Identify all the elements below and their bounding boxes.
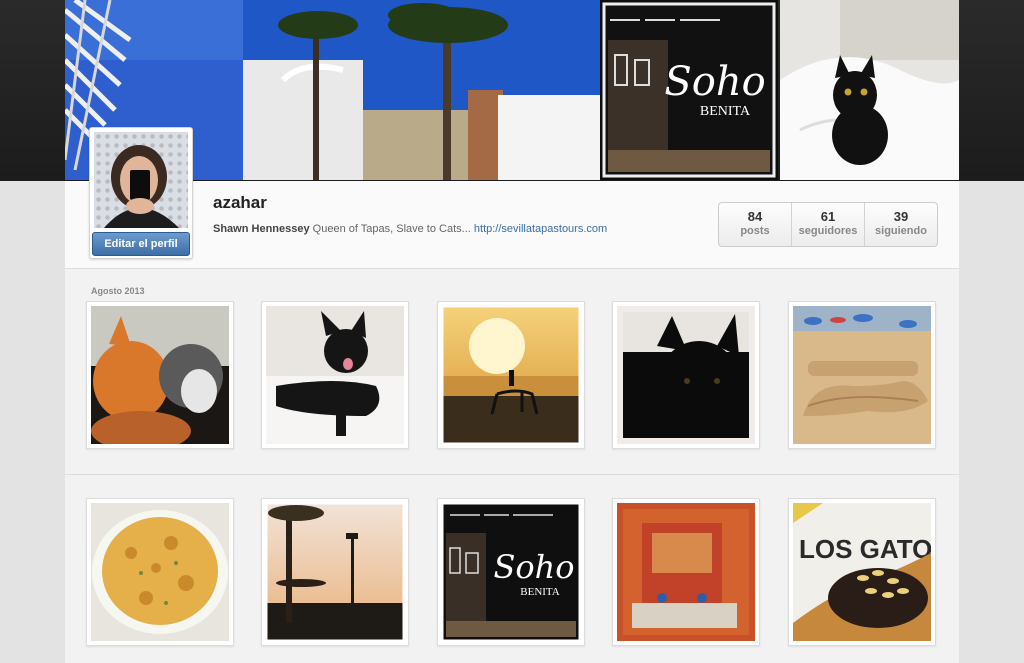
photo-thumb-black-cat-closeup[interactable] bbox=[612, 301, 760, 449]
photo-thumb-beach-horse[interactable] bbox=[437, 301, 585, 449]
banner-sign-sub: BENITA bbox=[700, 104, 751, 119]
row-divider bbox=[65, 474, 959, 475]
profile-stats: 84 posts 61 seguidores 39 siguiendo bbox=[718, 202, 938, 247]
profile-bio-text: Queen of Tapas, Slave to Cats... bbox=[312, 223, 471, 235]
photo-thumb-cats-kissing[interactable] bbox=[86, 301, 234, 449]
photo-thumb-sunset-street[interactable] bbox=[261, 498, 409, 646]
photo-thumb-black-cat-yawn[interactable] bbox=[261, 301, 409, 449]
edit-profile-button[interactable]: Editar el perfil bbox=[92, 232, 190, 256]
stat-followers[interactable]: 61 seguidores bbox=[792, 203, 865, 246]
avatar-card: Editar el perfil bbox=[89, 127, 193, 259]
banner-photo-palms bbox=[243, 0, 600, 180]
banner-photo-soho: Soho BENITA bbox=[600, 0, 778, 180]
profile-bio: Shawn Hennessey Queen of Tapas, Slave to… bbox=[213, 223, 607, 235]
profile-website-link[interactable]: http://sevillatapastours.com bbox=[474, 223, 607, 235]
photo-soho-sub: BENITA bbox=[520, 586, 560, 598]
photo-thumb-soho-sign[interactable]: Soho BENITA bbox=[437, 498, 585, 646]
photo-soho-text: Soho bbox=[493, 548, 574, 586]
month-heading: Agosto 2013 bbox=[91, 286, 145, 296]
stat-posts-value: 84 bbox=[747, 209, 763, 224]
stat-posts[interactable]: 84 posts bbox=[719, 203, 792, 246]
profile-full-name: Shawn Hennessey bbox=[213, 223, 310, 235]
photo-thumb-sand-crocodile[interactable] bbox=[788, 301, 936, 449]
photo-cerveceria-text: LOS GATOS bbox=[799, 534, 931, 564]
photo-thumb-tapa-plate[interactable]: LOS GATOS bbox=[788, 498, 936, 646]
profile-username: azahar bbox=[213, 193, 267, 212]
stat-followers-value: 61 bbox=[820, 209, 836, 224]
photo-thumb-red-fountain[interactable] bbox=[612, 498, 760, 646]
cover-banner: Soho BENITA bbox=[65, 0, 959, 181]
banner-sign-text: Soho bbox=[664, 59, 765, 105]
stat-following[interactable]: 39 siguiendo bbox=[865, 203, 937, 246]
stat-following-value: 39 bbox=[893, 209, 909, 224]
main-content: Editar el perfil azahar Shawn Hennessey … bbox=[65, 127, 959, 663]
profile-header: Editar el perfil azahar Shawn Hennessey … bbox=[65, 127, 959, 269]
avatar[interactable] bbox=[94, 132, 188, 228]
stat-following-label: siguiendo bbox=[875, 225, 927, 237]
photo-thumb-fried-food[interactable] bbox=[86, 498, 234, 646]
stat-followers-label: seguidores bbox=[798, 225, 858, 237]
stat-posts-label: posts bbox=[740, 225, 770, 237]
banner-photo-cat-bed bbox=[780, 0, 959, 180]
